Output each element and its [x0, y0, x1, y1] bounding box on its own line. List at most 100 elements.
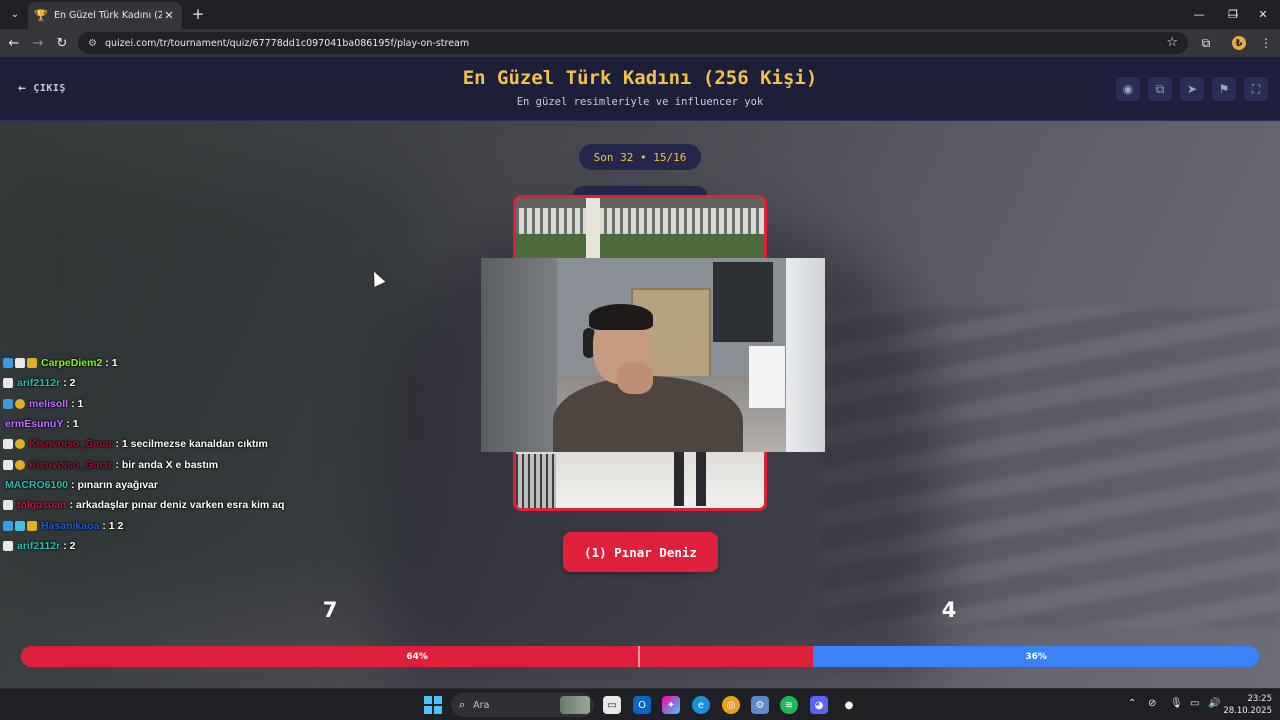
chat-badge-icon — [3, 378, 13, 389]
webcam-door — [786, 258, 825, 452]
chat-badge-icon — [3, 398, 13, 409]
search-icon: ⌕ — [459, 698, 466, 711]
task-view-icon[interactable]: ▭ — [603, 696, 621, 714]
chat-message: Hasanikaoa: 1 2 — [3, 515, 443, 535]
webcam-person-hand — [617, 362, 653, 394]
image-legs — [666, 450, 716, 506]
site-info-icon[interactable]: ⚙ — [88, 38, 97, 49]
chat-text: : arkadaşlar pınar deniz varken esra kim… — [69, 499, 285, 512]
chat-username: melisoll — [29, 397, 69, 410]
right-vote-count: 4 — [941, 598, 957, 622]
chat-text: : pınarın ayağıvar — [71, 478, 158, 491]
tray-volume-icon[interactable]: 🔊 — [1208, 698, 1220, 709]
discord-icon[interactable]: ◕ — [810, 696, 828, 714]
chat-badge-icon — [15, 459, 25, 470]
chat-badge-icon — [3, 520, 13, 531]
copy-link-icon[interactable]: ⧉ — [1148, 77, 1172, 101]
tab-favicon-icon: 🏆 — [34, 9, 48, 22]
flag-icon[interactable]: ⚑ — [1212, 77, 1236, 101]
forward-arrow-icon[interactable]: → — [28, 33, 48, 53]
taskbar-clock[interactable]: 23:25 28.10.2025 — [1222, 693, 1272, 717]
chat-badge-icon — [27, 520, 37, 531]
chat-text: : bir anda X e bastım — [115, 458, 219, 471]
image-pillar — [586, 198, 600, 258]
tab-search-chevron-icon[interactable]: ⌄ — [4, 4, 26, 24]
chat-message: arif2112r: 2 — [3, 373, 443, 393]
chat-text: : 2 — [63, 539, 76, 552]
extensions-icon[interactable]: ⧉ — [1196, 33, 1216, 53]
chat-text: : 1 — [71, 397, 84, 410]
tab-close-icon[interactable]: ✕ — [162, 9, 176, 22]
windows-start-icon[interactable] — [424, 696, 442, 714]
clock-time: 23:25 — [1247, 694, 1273, 704]
fullscreen-icon[interactable]: ⛶ — [1244, 77, 1268, 101]
stream-chat-overlay: CarpeDiem2: 1 arif2112r: 2 melisoll: 1 ermE… — [3, 353, 443, 556]
send-icon[interactable]: ➤ — [1180, 77, 1204, 101]
browser-tab-active[interactable]: 🏆 En Güzel Türk Kadını (256 Kişi) ✕ — [28, 2, 182, 29]
taskbar-search[interactable]: ⌕ Ara — [451, 693, 594, 717]
left-percent-label: 64% — [406, 651, 428, 662]
chat-message: Kisnvoiso_Gmar: 1 secilmezse kanaldan cı… — [3, 434, 443, 454]
eye-icon[interactable]: ◉ — [1116, 77, 1140, 101]
image-fence-top — [516, 198, 764, 208]
image-railing — [516, 454, 556, 508]
choice-button[interactable]: (1) Pınar Deniz — [563, 532, 718, 572]
quiz-title: En Güzel Türk Kadını (256 Kişi) — [462, 67, 818, 89]
left-vote-count: 7 — [322, 598, 338, 622]
reload-icon[interactable]: ↻ — [52, 33, 72, 53]
restore-window-icon[interactable]: ❐ — [1216, 0, 1250, 29]
browser-menu-icon[interactable]: ⋮ — [1256, 33, 1276, 53]
chat-message: ermEsunuY: 1 — [3, 414, 443, 434]
tab-title: En Güzel Türk Kadını (256 Kişi) — [54, 10, 162, 21]
quiz-page: ← ÇIKIŞ En Güzel Türk Kadını (256 Kişi) … — [0, 57, 1280, 688]
webcam-person-hair — [589, 304, 653, 330]
tray-mic-icon[interactable]: 🎙 — [1170, 698, 1183, 709]
search-highlight-image — [560, 696, 590, 714]
chat-message: Kisnvoiso_Gmar: bir anda X e bastım — [3, 454, 443, 474]
chat-message: arif2112r: 2 — [3, 536, 443, 556]
profile-avatar-icon[interactable]: ₺ — [1232, 36, 1246, 50]
chat-badge-icon — [3, 459, 13, 470]
bookmark-star-icon[interactable]: ☆ — [1166, 35, 1178, 50]
obs-icon[interactable]: ● — [840, 696, 858, 714]
tray-display-icon[interactable]: ▭ — [1190, 698, 1199, 709]
chat-message: tolgasoan: arkadaşlar pınar deniz varken… — [3, 495, 443, 515]
tray-chevron-icon[interactable]: ⌃ — [1128, 698, 1136, 709]
address-bar[interactable]: ⚙ quizei.com/tr/tournament/quiz/67778dd1… — [78, 32, 1188, 54]
chat-text: : 1 — [105, 357, 118, 370]
chat-badge-icon — [3, 358, 13, 369]
minimize-window-icon[interactable]: — — [1182, 0, 1216, 29]
copilot-icon[interactable]: ✦ — [662, 696, 680, 714]
chat-username: ermEsunuY — [5, 418, 64, 431]
tray-network-icon[interactable]: ⊘ — [1148, 698, 1156, 709]
right-percent-label: 36% — [1025, 651, 1047, 662]
chat-badge-icon — [3, 540, 13, 551]
close-window-icon[interactable]: ✕ — [1246, 0, 1280, 29]
browser-toolbar: ← → ↻ ⚙ quizei.com/tr/tournament/quiz/67… — [0, 29, 1280, 57]
round-indicator: Son 32 • 15/16 — [579, 144, 701, 170]
windows-taskbar: ⌕ Ara ▭ O ✦ e ◎ ⚙ ≋ ◕ ● ⌃ ⊘ 🎙 ▭ 🔊 23:25 … — [0, 688, 1280, 720]
chat-badge-icon — [15, 398, 25, 409]
webcam-wall — [481, 258, 557, 452]
settings-app-icon[interactable]: ⚙ — [751, 696, 769, 714]
chat-text: : 1 2 — [102, 519, 124, 532]
back-arrow-icon[interactable]: ← — [4, 33, 24, 53]
image-hedge — [516, 234, 764, 258]
edge-icon[interactable]: e — [692, 696, 710, 714]
spotify-icon[interactable]: ≋ — [780, 696, 798, 714]
webcam-fridge — [749, 346, 785, 408]
chat-message: MACRO6100: pınarın ayağıvar — [3, 475, 443, 495]
outlook-icon[interactable]: O — [633, 696, 651, 714]
webcam-kitchen — [713, 262, 773, 342]
chat-username: arif2112r — [17, 377, 61, 390]
quiz-subtitle: En güzel resimleriyle ve influencer yok — [516, 96, 764, 108]
chat-username: tolgasoan — [17, 499, 67, 512]
chat-username: CarpeDiem2 — [41, 357, 103, 370]
address-url: quizei.com/tr/tournament/quiz/67778dd1c0… — [104, 37, 470, 49]
taskbar-search-placeholder: Ara — [473, 699, 490, 711]
vote-bar-left: 64% — [21, 646, 814, 667]
chat-username: Kisnvoiso_Gmar — [29, 438, 113, 451]
new-tab-icon[interactable]: + — [188, 4, 208, 24]
chrome-icon[interactable]: ◎ — [722, 696, 740, 714]
vote-bar-midline — [638, 646, 640, 667]
